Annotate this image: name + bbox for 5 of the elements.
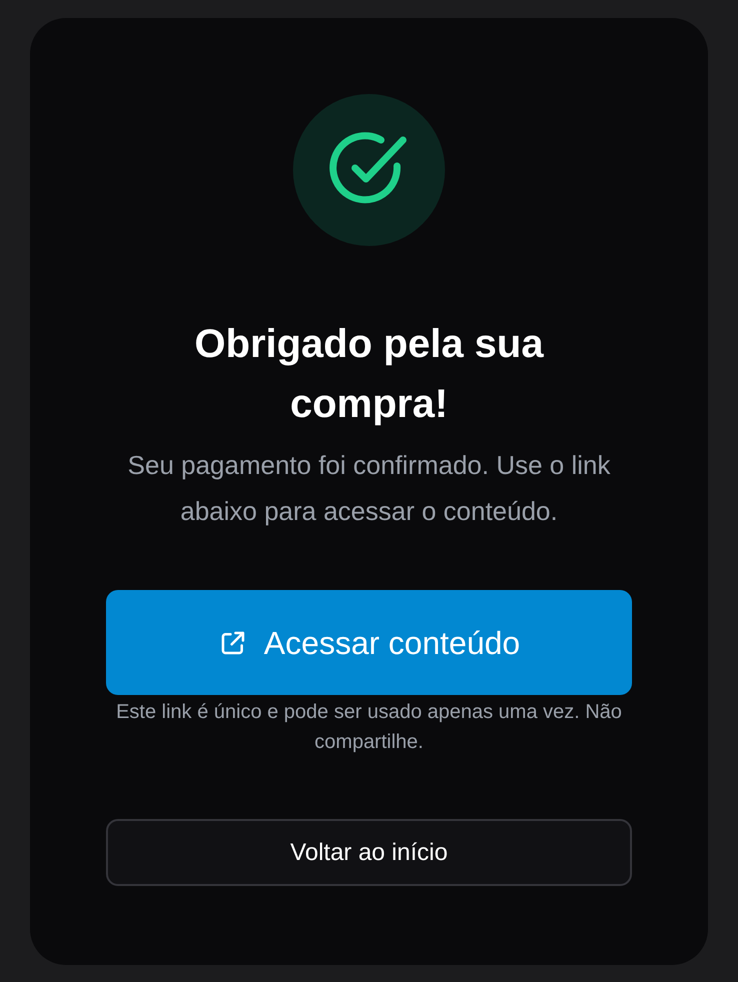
warning-note: Este link é único e pode ser usado apenas uma vez. Não compartilhe. bbox=[115, 700, 623, 755]
heading: Obrigado pela sua compra! bbox=[194, 321, 545, 428]
back-home-button[interactable]: Voltar ao início bbox=[106, 819, 632, 886]
confirmation-message: Seu pagamento foi confirmado. Use o link abaixo para acessar o conteúdo. bbox=[126, 449, 612, 528]
access-content-button[interactable]: Acessar conteúdo bbox=[106, 590, 632, 695]
